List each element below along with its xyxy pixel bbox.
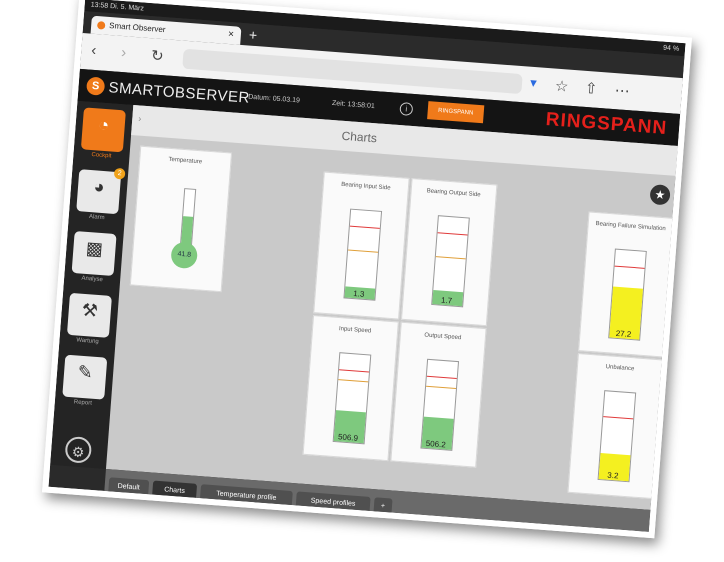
- card-output-speed[interactable]: Output Speed 506.2: [390, 321, 487, 468]
- add-tab-button[interactable]: +: [373, 497, 393, 517]
- tablet-screen: 13:58 Di. 5. März 94 % Smart Observer × …: [48, 0, 686, 532]
- card-input-speed[interactable]: Input Speed 506.9: [302, 315, 399, 462]
- thermometer-bulb: 41.8: [170, 241, 199, 270]
- favorite-star-icon[interactable]: ★: [649, 184, 671, 206]
- gauge-value: 506.9: [337, 432, 359, 443]
- chevron-right-icon[interactable]: ›: [138, 113, 142, 123]
- sidebar-label-wartung: Wartung: [76, 337, 99, 346]
- bar-chart-icon: ▩: [85, 237, 104, 260]
- sidebar-label-cockpit: Cockpit: [91, 152, 112, 160]
- card-bearing-input-side[interactable]: Bearing Input Side 1.3: [313, 171, 410, 320]
- card-title: Bearing Output Side: [426, 188, 481, 199]
- date-label: Datum: 05.03.19: [247, 93, 301, 105]
- gauge-value: 1.3: [352, 289, 365, 299]
- warning-threshold-line: [338, 379, 369, 383]
- battery-indicator: 94 %: [662, 44, 680, 53]
- more-icon[interactable]: ⋯: [614, 81, 630, 100]
- report-chart-icon: ✎: [76, 361, 94, 383]
- gauge-value: 3.2: [607, 470, 619, 481]
- sidebar-label-report: Report: [73, 399, 93, 407]
- time-label: Zeit: 13:58:01: [331, 99, 375, 111]
- sidebar-item-wartung[interactable]: ⚒: [66, 292, 112, 338]
- sidebar-item-report[interactable]: ✎: [62, 354, 108, 400]
- alarm-count-badge: 2: [113, 167, 126, 180]
- screenshot-frame: 13:58 Di. 5. März 94 % Smart Observer × …: [42, 0, 692, 539]
- warning-threshold-line: [348, 249, 379, 253]
- tab-default[interactable]: Default: [108, 477, 150, 499]
- warning-threshold-line: [435, 255, 466, 259]
- ringspann-brand-logo: RINGSPANN: [545, 109, 668, 140]
- card-unbalance[interactable]: Unbalance 3.2: [567, 353, 664, 500]
- gauge-value: 1.7: [440, 295, 453, 306]
- card-bearing-output-side[interactable]: Bearing Output Side 1.7: [400, 178, 498, 327]
- alarm-gauge-icon: ◕: [92, 176, 106, 198]
- alarm-threshold-line: [614, 265, 645, 269]
- card-title: Bearing Input Side: [341, 181, 391, 192]
- settings-gear-icon[interactable]: ⚙: [64, 435, 93, 464]
- card-title: Temperature: [168, 156, 203, 166]
- alarm-threshold-line: [603, 415, 634, 420]
- sidebar-label-alarm: Alarm: [88, 214, 105, 222]
- sidebar-item-cockpit[interactable]: ◔: [80, 107, 126, 153]
- ringspann-button[interactable]: RINGSPANN: [427, 101, 485, 124]
- info-icon[interactable]: i: [399, 102, 414, 116]
- alarm-threshold-line: [426, 375, 457, 379]
- favicon-icon: [96, 21, 106, 30]
- close-tab-icon[interactable]: ×: [227, 26, 235, 44]
- alarm-threshold-line: [349, 225, 380, 229]
- charts-content: › Charts ★ Temperature 41.8 Bearing Inpu…: [105, 105, 686, 511]
- card-title: Output Speed: [424, 332, 462, 342]
- tab-charts[interactable]: Charts: [151, 480, 198, 502]
- bookmark-star-icon[interactable]: ☆: [554, 77, 569, 96]
- app-name: SMARTOBSERVER: [107, 79, 251, 107]
- gauge-value: 506.2: [425, 438, 447, 450]
- gauge-value: 27.2: [615, 328, 632, 340]
- card-title: Input Speed: [338, 326, 372, 335]
- microphone-icon[interactable]: ▾: [530, 75, 538, 91]
- alarm-threshold-line: [339, 369, 370, 373]
- sidebar-label-analyse: Analyse: [81, 275, 104, 284]
- new-tab-button[interactable]: +: [248, 27, 257, 44]
- gauge-icon: ◔: [97, 114, 110, 136]
- reload-icon[interactable]: ↻: [150, 46, 164, 65]
- sidebar-item-analyse[interactable]: ▩: [71, 230, 117, 277]
- card-temperature[interactable]: Temperature 41.8: [129, 145, 233, 293]
- alarm-threshold-line: [437, 232, 468, 236]
- warning-threshold-line: [426, 386, 456, 390]
- tab-temperature-profile[interactable]: Temperature profile: [199, 484, 293, 510]
- card-title: Bearing Failure Simulation: [595, 221, 666, 233]
- page-title: Charts: [341, 128, 378, 146]
- card-title: Unbalance: [605, 364, 635, 373]
- sidebar-item-alarm[interactable]: ◕ 2: [76, 167, 126, 215]
- forward-icon[interactable]: ›: [121, 44, 127, 61]
- smartobserver-logo-icon: S: [85, 76, 106, 96]
- tab-speed-profiles[interactable]: Speed profiles: [295, 491, 371, 515]
- share-icon[interactable]: ⇧: [584, 79, 598, 98]
- back-icon[interactable]: ‹: [91, 42, 97, 59]
- wrench-icon: ⚒: [81, 299, 99, 321]
- card-bearing-failure-simulation[interactable]: Bearing Failure Simulation 27.2: [578, 211, 675, 358]
